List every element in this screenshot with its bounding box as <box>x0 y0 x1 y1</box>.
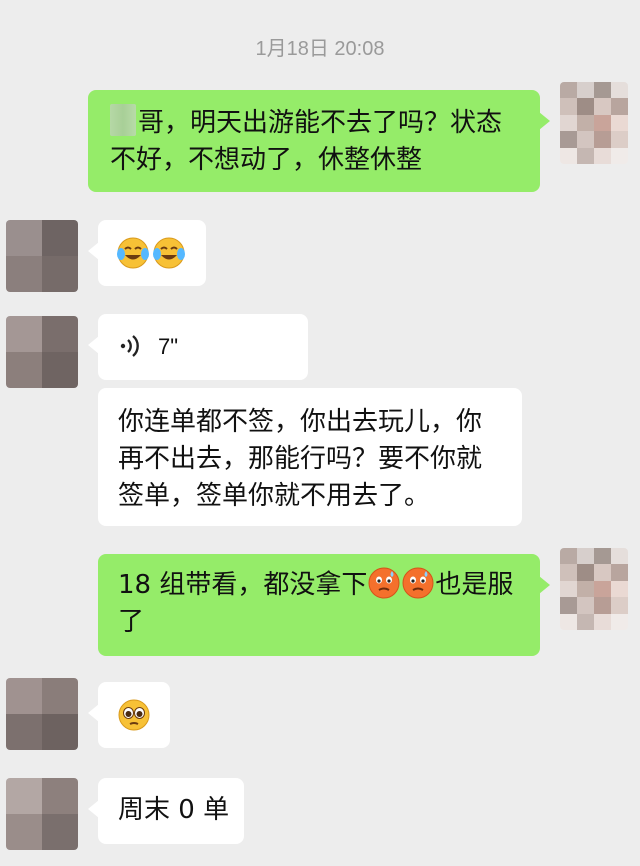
message-text: 周末 0 单 <box>118 795 230 825</box>
contact-message-bubble[interactable]: 你连单都不签，你出去玩儿，你再不出去，那能行吗？要不你就签单，签单你就不用去了。 <box>98 388 522 526</box>
contact-avatar[interactable] <box>6 778 78 850</box>
contact-avatar[interactable] <box>6 220 78 292</box>
contact-message-bubble[interactable]: 周末 0 单 <box>88 778 244 844</box>
laugh-cry-emoji <box>152 236 186 270</box>
voice-message-bubble[interactable]: 7" <box>88 314 308 380</box>
laugh-cry-emoji <box>116 236 150 270</box>
contact-message-bubble[interactable] <box>88 682 170 748</box>
contact-message-bubble[interactable] <box>88 220 206 286</box>
my-message-bubble[interactable]: 18 组带看，都没拿下 也是服了 <box>98 554 550 656</box>
message-text: 18 组带看，都没拿下 <box>118 570 368 600</box>
sweat-emoji <box>401 566 435 600</box>
message-text: 哥，明天出游能不去了吗？状态不好，不想动了，休整休整 <box>110 108 503 175</box>
my-avatar[interactable] <box>560 82 628 164</box>
my-message-bubble[interactable]: 哥，明天出游能不去了吗？状态不好，不想动了，休整休整 <box>88 90 550 192</box>
blurred-name <box>110 104 136 136</box>
contact-avatar[interactable] <box>6 316 78 388</box>
contact-avatar[interactable] <box>6 678 78 750</box>
voice-duration: 7" <box>158 334 179 359</box>
pleading-emoji <box>117 698 151 732</box>
my-avatar[interactable] <box>560 548 628 630</box>
message-timestamp: 1月18日 20:08 <box>255 38 385 60</box>
voice-wave-icon <box>118 333 144 359</box>
sweat-emoji <box>367 566 401 600</box>
message-text: 你连单都不签，你出去玩儿，你再不出去，那能行吗？要不你就签单，签单你就不用去了。 <box>118 407 483 511</box>
